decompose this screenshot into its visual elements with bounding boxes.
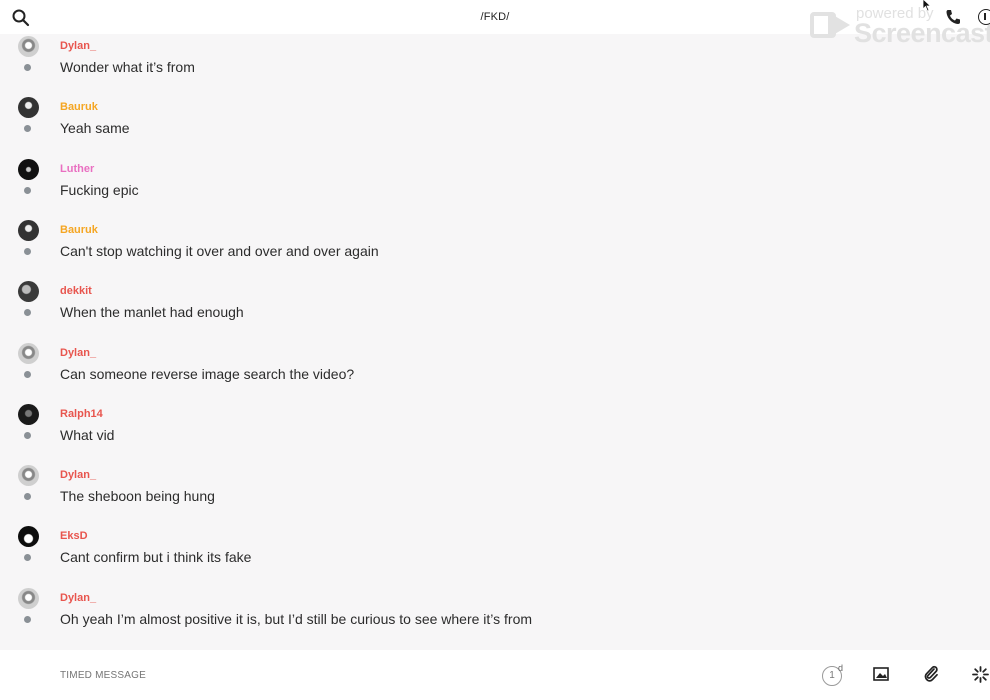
- message-username[interactable]: Ralph14: [60, 408, 103, 420]
- message-item[interactable]: Bauruk Yeah same: [0, 95, 990, 156]
- message-item[interactable]: dekkit When the manlet had enough: [0, 279, 990, 340]
- status-dot: [24, 615, 31, 623]
- status-dot: [24, 125, 31, 133]
- send-image-button[interactable]: [873, 667, 889, 681]
- status-dot: [24, 309, 31, 317]
- avatar[interactable]: [18, 587, 39, 609]
- avatar[interactable]: [18, 465, 39, 487]
- message-item[interactable]: Bauruk Can't stop watching it over and ov…: [0, 218, 990, 279]
- status-dot: [24, 186, 31, 194]
- status-dot: [24, 64, 31, 71]
- message-text: Can't stop watching it over and over and…: [60, 242, 379, 259]
- message-username[interactable]: Luther: [60, 163, 94, 175]
- avatar[interactable]: [18, 36, 39, 57]
- top-bar: /FKD/ powered by Screencastify: [0, 0, 990, 48]
- status-dot: [24, 247, 31, 255]
- message-text: Cant confirm but i think its fake: [60, 549, 252, 566]
- avatar[interactable]: [18, 526, 39, 548]
- message-item[interactable]: Dylan_ The sheboon being hung: [0, 463, 990, 524]
- sparkle-icon: [972, 666, 989, 683]
- call-button[interactable]: [944, 8, 962, 26]
- message-username[interactable]: Dylan_: [60, 592, 96, 604]
- message-text: What vid: [60, 426, 115, 443]
- message-text: Fucking epic: [60, 181, 139, 198]
- attach-file-button[interactable]: [923, 665, 939, 683]
- timer-unit-label: d: [838, 663, 844, 673]
- message-text: When the manlet had enough: [60, 304, 244, 321]
- message-username[interactable]: Dylan_: [60, 469, 96, 481]
- status-dot: [24, 554, 31, 562]
- composer-bar: 1 d: [0, 650, 990, 700]
- message-item[interactable]: EksD Cant confirm but i think its fake: [0, 524, 990, 585]
- info-button[interactable]: [978, 9, 990, 25]
- message-text: The sheboon being hung: [60, 488, 215, 505]
- avatar[interactable]: [18, 281, 39, 303]
- image-icon: [873, 667, 889, 681]
- status-dot: [24, 431, 31, 439]
- avatar[interactable]: [18, 97, 39, 119]
- message-username[interactable]: Dylan_: [60, 347, 96, 359]
- chat-title: /FKD/: [480, 11, 510, 23]
- message-username[interactable]: Bauruk: [60, 101, 98, 113]
- avatar[interactable]: [18, 342, 39, 364]
- mouse-cursor-icon: [922, 0, 932, 12]
- message-text: Yeah same: [60, 120, 130, 137]
- timed-message-input[interactable]: [60, 664, 760, 686]
- message-username[interactable]: EksD: [60, 530, 88, 542]
- message-item[interactable]: Ralph14 What vid: [0, 402, 990, 463]
- message-text: Wonder what it’s from: [60, 59, 195, 75]
- avatar[interactable]: [18, 219, 39, 241]
- message-username[interactable]: Dylan_: [60, 40, 96, 52]
- message-item[interactable]: Dylan_ Wonder what it’s from: [0, 34, 990, 95]
- status-dot: [24, 493, 31, 501]
- paperclip-icon: [924, 665, 938, 682]
- phone-icon: [946, 10, 960, 24]
- message-item[interactable]: Dylan_ Oh yeah I’m almost positive it is,…: [0, 586, 990, 647]
- avatar[interactable]: [18, 158, 39, 180]
- effects-button[interactable]: [972, 666, 989, 683]
- message-item[interactable]: Luther Fucking epic: [0, 157, 990, 218]
- message-username[interactable]: Bauruk: [60, 224, 98, 236]
- status-dot: [24, 370, 31, 378]
- message-text: Oh yeah I’m almost positive it is, but I…: [60, 610, 533, 627]
- avatar[interactable]: [18, 403, 39, 425]
- message-text: Can someone reverse image search the vid…: [60, 365, 355, 382]
- message-item[interactable]: Dylan_ Can someone reverse image search t…: [0, 341, 990, 402]
- message-username[interactable]: dekkit: [60, 285, 92, 297]
